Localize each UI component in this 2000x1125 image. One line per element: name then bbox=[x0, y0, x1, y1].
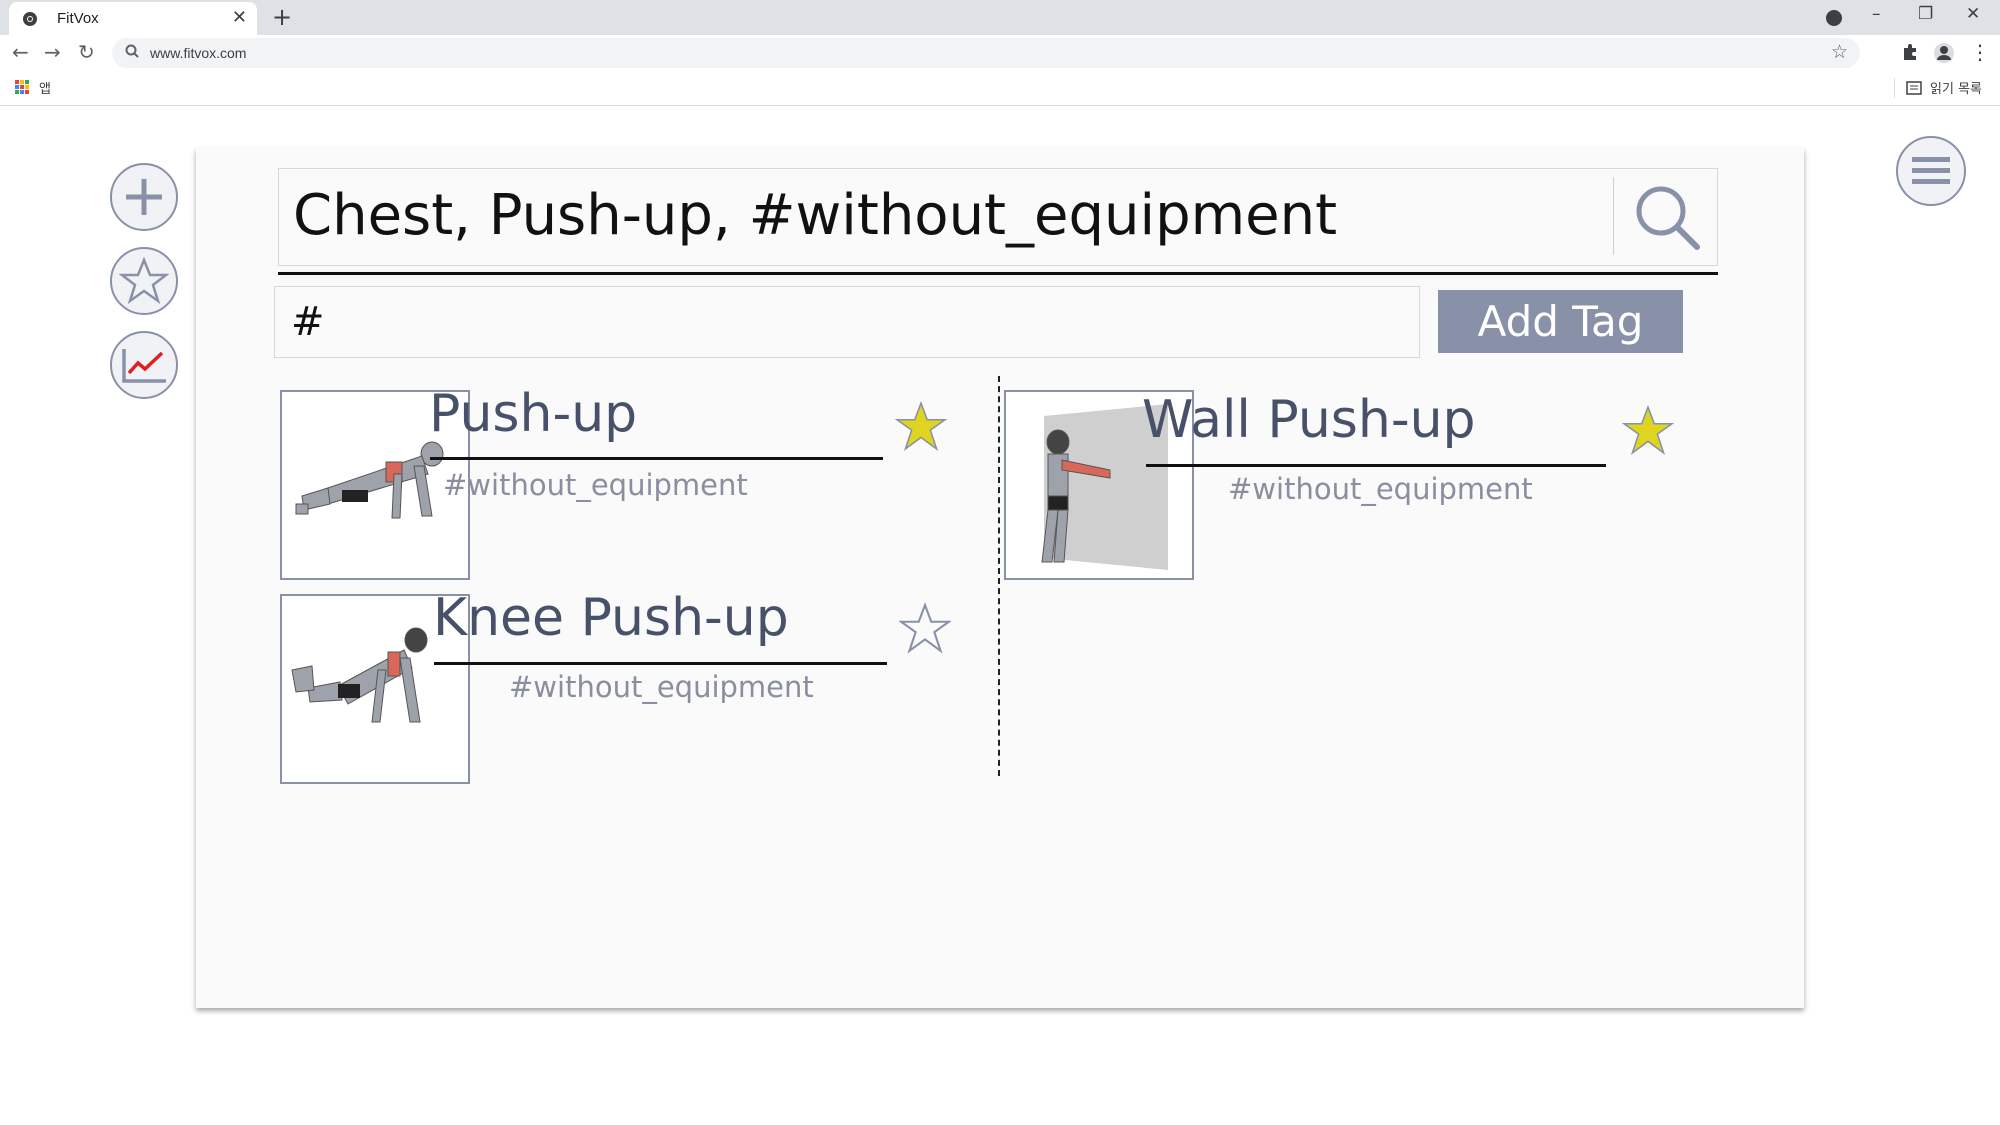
tag-input-value: # bbox=[291, 299, 325, 345]
tab-title: FitVox bbox=[57, 10, 99, 27]
address-url: www.fitvox.com bbox=[150, 45, 247, 61]
browser-menu-icon[interactable]: ⋮ bbox=[1970, 40, 1990, 64]
page-content: Chest, Push-up, #without_equipment # Add… bbox=[0, 106, 2000, 1125]
result-title[interactable]: Knee Push-up bbox=[433, 588, 789, 648]
column-divider bbox=[998, 376, 1000, 776]
apps-grid-icon[interactable] bbox=[15, 80, 29, 94]
tab-close-icon[interactable]: ✕ bbox=[232, 7, 247, 28]
result-title[interactable]: Push-up bbox=[429, 384, 637, 444]
result-title[interactable]: Wall Push-up bbox=[1142, 390, 1476, 450]
extensions-puzzle-icon[interactable] bbox=[1900, 42, 1920, 62]
star-filled-icon[interactable] bbox=[1622, 404, 1674, 456]
star-filled-icon[interactable] bbox=[895, 400, 947, 452]
tab-search-icon[interactable] bbox=[1826, 10, 1842, 26]
address-bar[interactable]: www.fitvox.com ☆ bbox=[112, 38, 1860, 68]
search-bar: Chest, Push-up, #without_equipment bbox=[278, 168, 1718, 266]
search-underline bbox=[278, 272, 1718, 275]
apps-label[interactable]: 앱 bbox=[39, 78, 51, 97]
favorites-button[interactable] bbox=[110, 247, 178, 315]
stats-button[interactable] bbox=[110, 331, 178, 399]
profile-avatar-icon[interactable] bbox=[1933, 42, 1955, 64]
star-outline-icon[interactable] bbox=[899, 602, 951, 654]
result-underline bbox=[1146, 464, 1606, 467]
result-underline bbox=[434, 662, 887, 665]
menu-button[interactable] bbox=[1896, 136, 1966, 206]
hamburger-menu-icon bbox=[1912, 157, 1950, 184]
browser-tab-bar: FitVox ✕ + – ❐ ✕ bbox=[0, 0, 2000, 35]
reading-list-label[interactable]: 읽기 목록 bbox=[1930, 78, 1982, 97]
bookmarks-divider bbox=[1894, 78, 1895, 98]
search-button[interactable] bbox=[1625, 179, 1709, 255]
result-tag[interactable]: #without_equipment bbox=[443, 468, 748, 502]
back-arrow-icon[interactable]: ← bbox=[12, 40, 29, 64]
main-card: Chest, Push-up, #without_equipment # Add… bbox=[196, 148, 1804, 1008]
chrome-favicon-icon bbox=[23, 12, 37, 26]
new-tab-button[interactable]: + bbox=[272, 3, 292, 31]
browser-tab[interactable]: FitVox ✕ bbox=[9, 2, 257, 35]
close-window-button[interactable]: ✕ bbox=[1966, 4, 1980, 24]
add-tag-button[interactable]: Add Tag bbox=[1438, 290, 1683, 353]
bookmarks-bar: 앱 읽기 목록 bbox=[0, 71, 2000, 106]
add-button[interactable] bbox=[110, 163, 178, 231]
search-icon bbox=[1636, 186, 1700, 250]
restore-button[interactable]: ❐ bbox=[1918, 4, 1933, 24]
minimize-button[interactable]: – bbox=[1872, 4, 1881, 24]
reload-icon[interactable]: ↻ bbox=[78, 40, 95, 64]
reading-list-icon[interactable] bbox=[1906, 80, 1922, 96]
star-outline-icon bbox=[119, 256, 169, 305]
plus-icon bbox=[126, 179, 162, 215]
search-input[interactable]: Chest, Push-up, #without_equipment bbox=[293, 183, 1337, 248]
search-divider bbox=[1613, 177, 1614, 255]
forward-arrow-icon[interactable]: → bbox=[44, 40, 61, 64]
result-tag[interactable]: #without_equipment bbox=[1228, 472, 1533, 506]
tag-input[interactable]: # bbox=[274, 286, 1420, 358]
result-underline bbox=[430, 457, 883, 460]
browser-toolbar: ← → ↻ www.fitvox.com ☆ ⋮ bbox=[0, 35, 2000, 71]
line-chart-icon bbox=[122, 349, 166, 383]
result-tag[interactable]: #without_equipment bbox=[509, 670, 814, 704]
bookmark-star-icon[interactable]: ☆ bbox=[1831, 41, 1848, 63]
address-search-icon bbox=[125, 44, 139, 58]
